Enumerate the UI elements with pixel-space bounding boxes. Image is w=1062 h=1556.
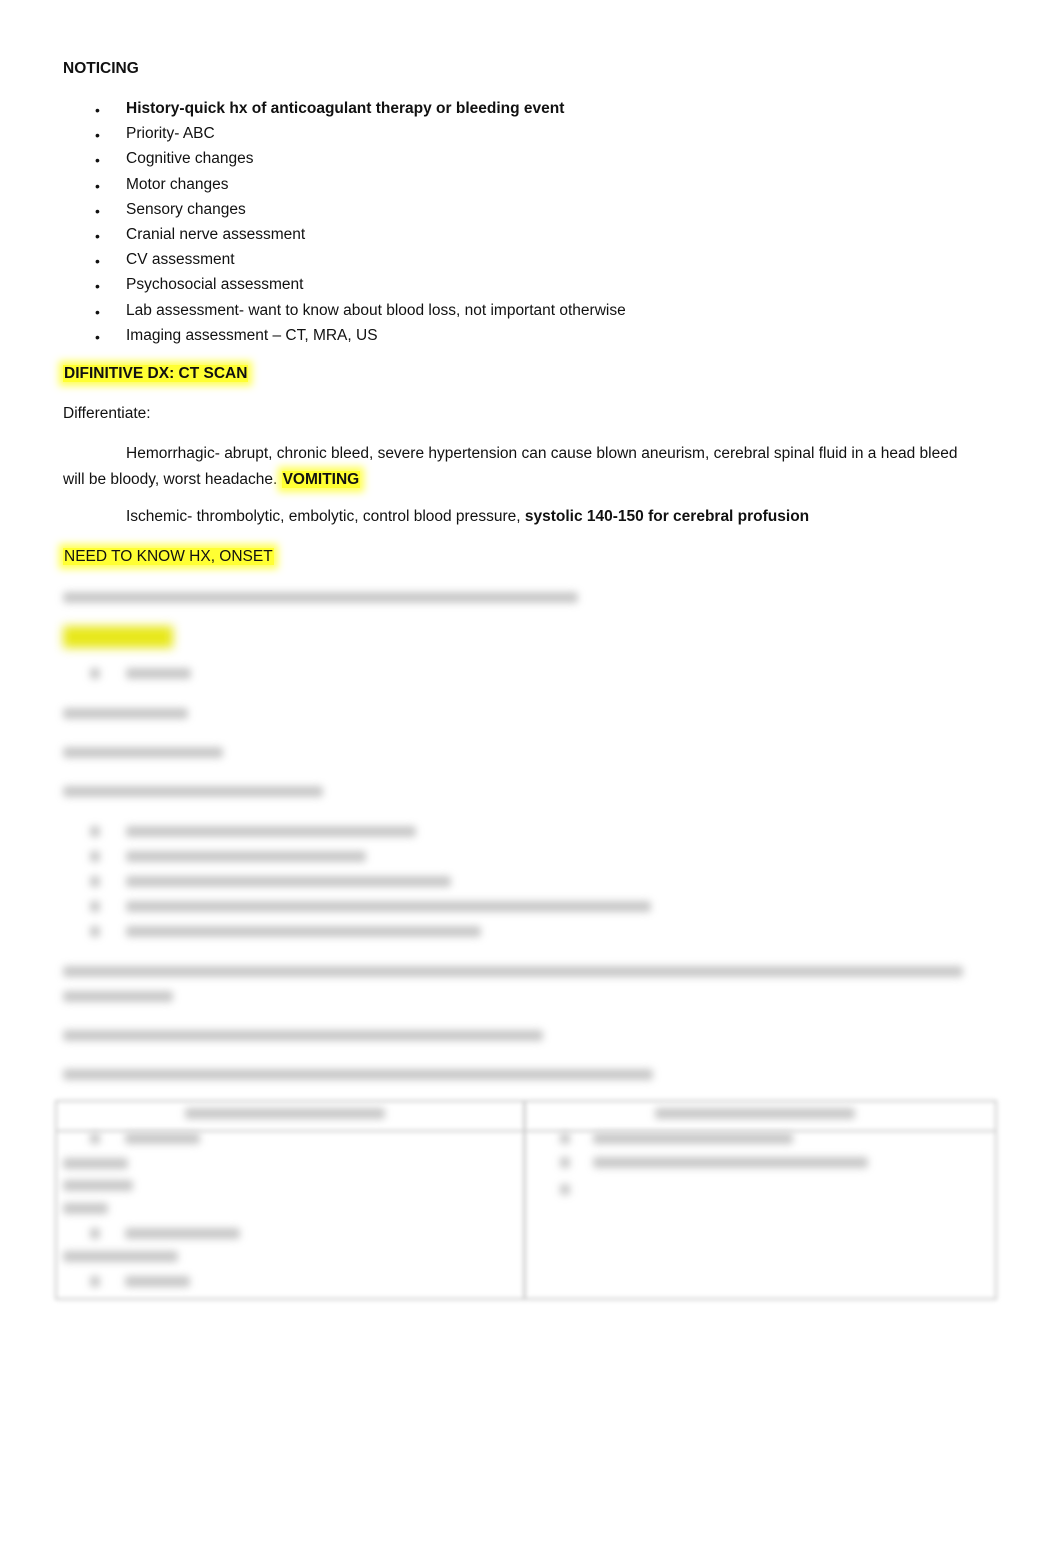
blurred-text-line [90, 668, 100, 679]
blurred-text-line [90, 876, 100, 887]
blurred-text-line [63, 1030, 543, 1041]
list-item: • Priority- ABC [63, 123, 626, 148]
list-item: • CV assessment [63, 249, 626, 274]
blurred-highlight [63, 626, 173, 648]
list-item: • Cognitive changes [63, 148, 626, 173]
bullet-icon: • [95, 102, 100, 118]
blurred-text-line [63, 708, 188, 719]
list-item: • Imaging assessment – CT, MRA, US [63, 325, 626, 350]
blurred-text-line [126, 851, 366, 862]
noticing-list: • History-quick hx of anticoagulant thera… [63, 98, 626, 350]
list-item: • Psychosocial assessment [63, 274, 626, 299]
blurred-text-line [126, 901, 651, 912]
differentiate-label: Differentiate: [63, 405, 151, 422]
blurred-text-line [63, 786, 323, 797]
list-item: • Lab assessment- want to know about bloo… [63, 300, 626, 325]
blurred-text-line [63, 966, 963, 977]
list-item: • History-quick hx of anticoagulant thera… [63, 98, 626, 123]
section-heading-noticing: NOTICING [63, 60, 139, 77]
blurred-text-line [126, 926, 481, 937]
bullet-icon: • [95, 127, 100, 144]
blurred-table [55, 1100, 997, 1300]
blurred-text-line [126, 668, 191, 679]
bullet-icon: • [95, 278, 100, 295]
definitive-dx-heading: DIFINITIVE DX: CT SCAN [63, 365, 249, 382]
blurred-text-line [63, 747, 223, 758]
blurred-text-line [63, 592, 578, 603]
blurred-text-line [90, 851, 100, 862]
blurred-text-line [90, 826, 100, 837]
blurred-text-line [90, 926, 100, 937]
list-item: • Cranial nerve assessment [63, 224, 626, 249]
bullet-icon: • [95, 328, 100, 345]
hemorrhagic-paragraph: Hemorrhagic- abrupt, chronic bleed, seve… [63, 445, 958, 488]
systolic-emphasis: systolic 140-150 for cerebral profusion [524, 508, 810, 525]
bullet-icon: • [95, 253, 100, 270]
ischemic-paragraph: Ischemic- thrombolytic, embolytic, contr… [126, 508, 810, 525]
blurred-text-line [63, 991, 173, 1002]
blurred-text-line [126, 826, 416, 837]
list-item: • Sensory changes [63, 199, 626, 224]
blurred-text-line [126, 876, 451, 887]
bullet-icon: • [95, 152, 100, 169]
bullet-icon: • [95, 202, 100, 219]
vomiting-emphasis: VOMITING [281, 471, 361, 488]
bullet-icon: • [95, 227, 100, 244]
blurred-text-line [63, 1069, 653, 1080]
list-item: • Motor changes [63, 174, 626, 199]
blurred-text-line [90, 901, 100, 912]
bullet-icon: • [95, 177, 100, 194]
need-to-know-heading: NEED TO KNOW HX, ONSET [63, 548, 274, 565]
bullet-icon: • [95, 303, 100, 320]
